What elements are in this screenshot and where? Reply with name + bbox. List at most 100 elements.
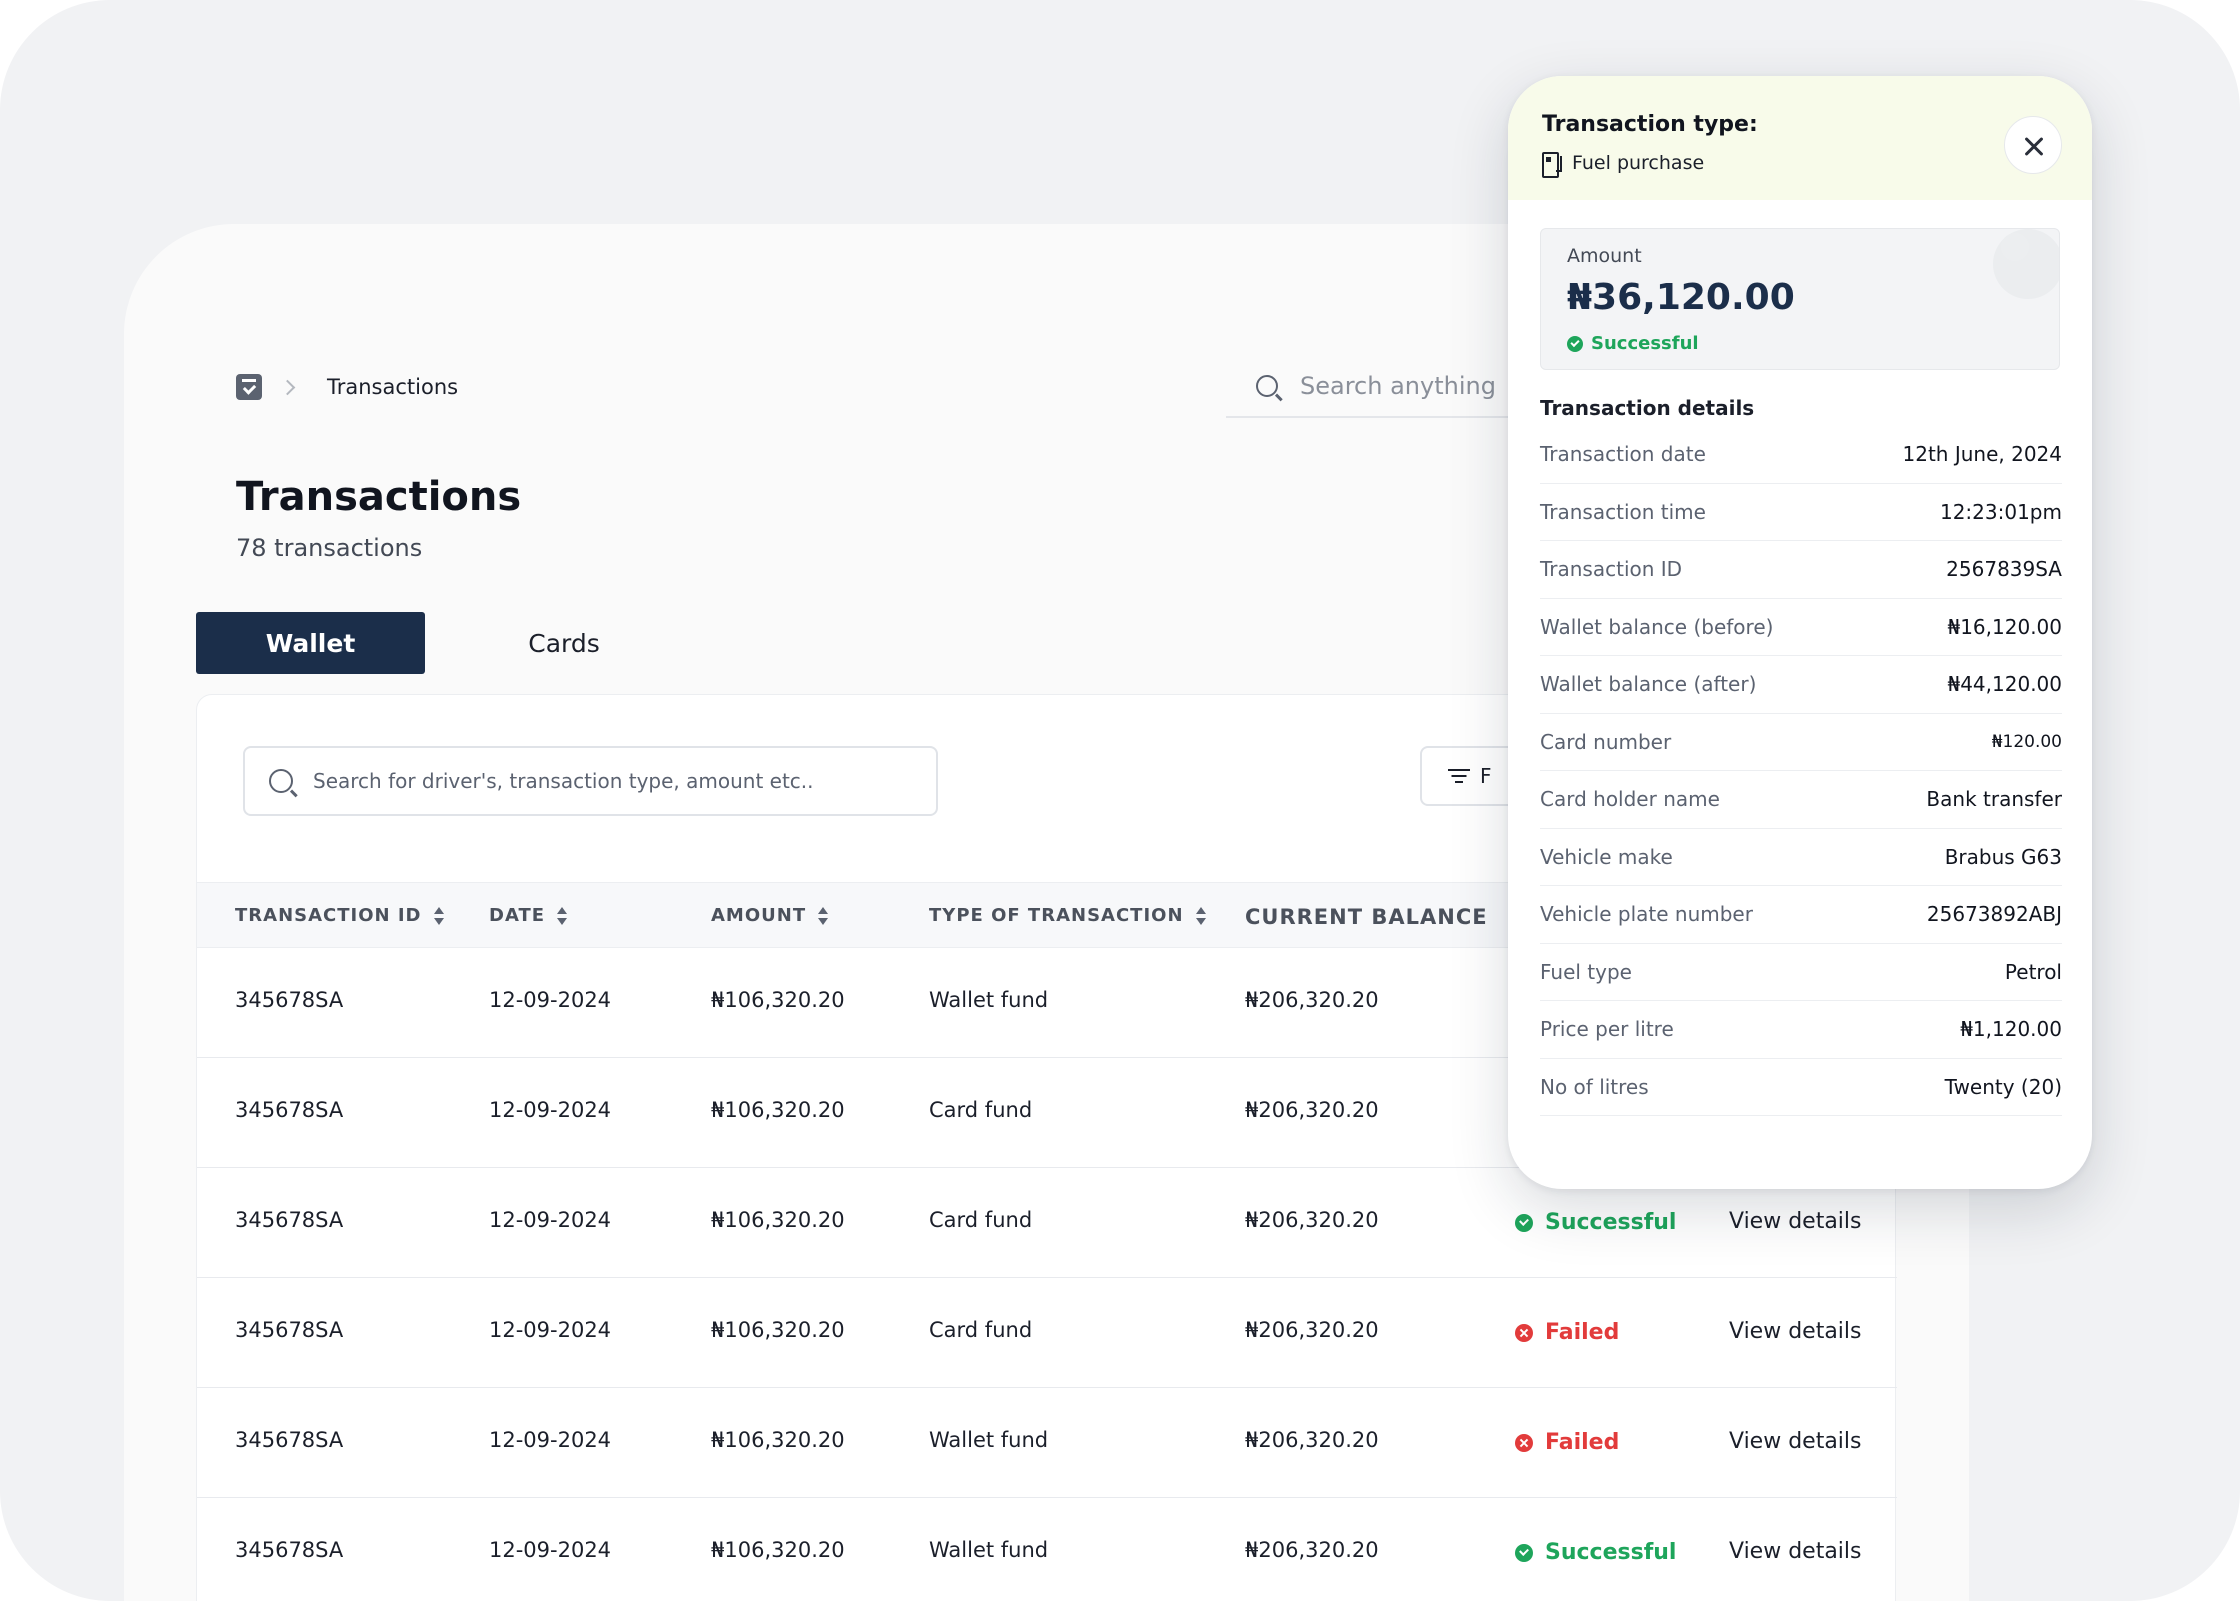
detail-row: No of litres Twenty (20): [1540, 1059, 2062, 1116]
table-search-input[interactable]: [313, 769, 913, 793]
view-details-link[interactable]: View details: [1729, 1539, 1862, 1564]
detail-value: ₦120.00: [1991, 731, 2062, 752]
col-current-balance: CURRENT BALANCE: [1245, 905, 1488, 929]
breadcrumb: Transactions: [236, 367, 458, 407]
detail-row: Wallet balance (before) ₦16,120.00: [1540, 599, 2062, 656]
cell-id: 345678SA: [235, 1098, 344, 1122]
sort-icon[interactable]: [557, 906, 568, 925]
detail-key: Price per litre: [1540, 1017, 1674, 1042]
cell-amount: ₦106,320.20: [711, 1208, 845, 1232]
table-row[interactable]: 345678SA 12-09-2024 ₦106,320.20 Wallet f…: [197, 1388, 1897, 1498]
page-title: Transactions: [236, 474, 522, 520]
table-search[interactable]: [243, 746, 938, 816]
detail-key: Transaction time: [1540, 499, 1706, 524]
detail-key: Card holder name: [1540, 787, 1720, 812]
view-details-link[interactable]: View details: [1729, 1429, 1862, 1454]
cell-amount: ₦106,320.20: [711, 1318, 845, 1342]
cell-balance: ₦206,320.20: [1245, 988, 1379, 1012]
cell-balance: ₦206,320.20: [1245, 1318, 1379, 1342]
cell-date: 12-09-2024: [489, 1538, 612, 1562]
global-search-placeholder[interactable]: Search anything: [1300, 372, 1496, 400]
cell-id: 345678SA: [235, 1538, 344, 1562]
detail-row: Wallet balance (after) ₦44,120.00: [1540, 656, 2062, 714]
detail-key: Transaction date: [1540, 442, 1706, 467]
sort-icon[interactable]: [433, 906, 444, 925]
detail-value: Petrol: [2004, 959, 2062, 984]
check-circle-icon: [1567, 335, 1583, 352]
close-icon[interactable]: [2004, 116, 2062, 174]
view-details-link[interactable]: View details: [1729, 1209, 1862, 1234]
cell-type: Card fund: [929, 1098, 1033, 1122]
transaction-type-label: Fuel purchase: [1572, 152, 1705, 174]
cell-id: 345678SA: [235, 1318, 344, 1342]
status-badge: Failed: [1515, 1320, 1619, 1345]
detail-row: Vehicle plate number 25673892ABJ: [1540, 886, 2062, 944]
cell-id: 345678SA: [235, 988, 344, 1012]
cell-type: Wallet fund: [929, 1428, 1049, 1452]
amount-summary: Amount ₦36,120.00 Successful: [1540, 228, 2060, 370]
tab-wallet[interactable]: Wallet: [196, 612, 425, 674]
detail-key: Vehicle plate number: [1540, 902, 1753, 927]
detail-row: Price per litre ₦1,120.00: [1540, 1001, 2062, 1059]
col-type[interactable]: TYPE OF TRANSACTION: [929, 905, 1206, 926]
panel-header: Transaction type: Fuel purchase: [1508, 76, 2092, 200]
view-details-link[interactable]: View details: [1729, 1319, 1862, 1344]
cell-balance: ₦206,320.20: [1245, 1538, 1379, 1562]
sort-icon[interactable]: [1195, 906, 1206, 925]
cell-date: 12-09-2024: [489, 1428, 612, 1452]
table-row[interactable]: 345678SA 12-09-2024 ₦106,320.20 Card fun…: [197, 1278, 1897, 1388]
detail-key: Transaction ID: [1540, 557, 1683, 582]
transaction-details-panel: Transaction type: Fuel purchase Amount ₦…: [1508, 76, 2092, 1189]
detail-key: Fuel type: [1540, 959, 1632, 984]
status-badge: Successful: [1567, 333, 1699, 354]
detail-value: Brabus G63: [1944, 844, 2062, 869]
detail-row: Transaction time 12:23:01pm: [1540, 484, 2062, 541]
detail-value: 25673892ABJ: [1926, 902, 2062, 927]
breadcrumb-current: Transactions: [327, 375, 459, 399]
table-row[interactable]: 345678SA 12-09-2024 ₦106,320.20 Wallet f…: [197, 1498, 1897, 1601]
detail-value: 12th June, 2024: [1902, 442, 2063, 467]
cell-date: 12-09-2024: [489, 1318, 612, 1342]
detail-row: Fuel type Petrol: [1540, 944, 2062, 1001]
col-amount[interactable]: AMOUNT: [711, 905, 829, 926]
detail-row: Card holder name Bank transfer: [1540, 771, 2062, 829]
cell-date: 12-09-2024: [489, 1208, 612, 1232]
detail-key: Wallet balance (before): [1540, 614, 1774, 639]
cell-id: 345678SA: [235, 1428, 344, 1452]
detail-value: ₦1,120.00: [1960, 1017, 2062, 1042]
decorative-shape: [2001, 233, 2029, 261]
cell-balance: ₦206,320.20: [1245, 1428, 1379, 1452]
cell-amount: ₦106,320.20: [711, 1538, 845, 1562]
tab-cards[interactable]: Cards: [464, 612, 664, 674]
detail-value: Twenty (20): [1944, 1074, 2062, 1099]
detail-row: Vehicle make Brabus G63: [1540, 829, 2062, 886]
col-date[interactable]: DATE: [489, 905, 568, 926]
search-icon: [269, 769, 293, 793]
cell-type: Wallet fund: [929, 988, 1049, 1012]
transactions-home-icon[interactable]: [236, 374, 262, 400]
cell-type: Card fund: [929, 1318, 1033, 1342]
transaction-type: Fuel purchase: [1542, 152, 1705, 178]
col-transaction-id[interactable]: TRANSACTION ID: [235, 905, 444, 926]
status-badge: Successful: [1515, 1540, 1676, 1565]
sort-icon[interactable]: [818, 906, 829, 925]
background-frame: Transactions Search anything Transaction…: [0, 0, 2240, 1601]
cell-balance: ₦206,320.20: [1245, 1098, 1379, 1122]
search-icon: [1256, 375, 1278, 397]
filter-label: F: [1480, 764, 1492, 788]
cell-type: Wallet fund: [929, 1538, 1049, 1562]
detail-value: 12:23:01pm: [1939, 499, 2062, 524]
cell-type: Card fund: [929, 1208, 1033, 1232]
transaction-count: 78 transactions: [236, 534, 423, 562]
check-circle-icon: [1515, 1213, 1533, 1232]
panel-title: Transaction type:: [1542, 112, 1758, 137]
cell-date: 12-09-2024: [489, 988, 612, 1012]
status-badge: Failed: [1515, 1430, 1619, 1455]
fuel-pump-icon: [1542, 152, 1562, 178]
cell-id: 345678SA: [235, 1208, 344, 1232]
detail-value: ₦16,120.00: [1947, 614, 2062, 639]
detail-row: Transaction ID 2567839SA: [1540, 541, 2062, 599]
check-circle-icon: [1515, 1543, 1533, 1562]
detail-key: Card number: [1540, 729, 1672, 754]
amount-value: ₦36,120.00: [1567, 277, 1795, 318]
